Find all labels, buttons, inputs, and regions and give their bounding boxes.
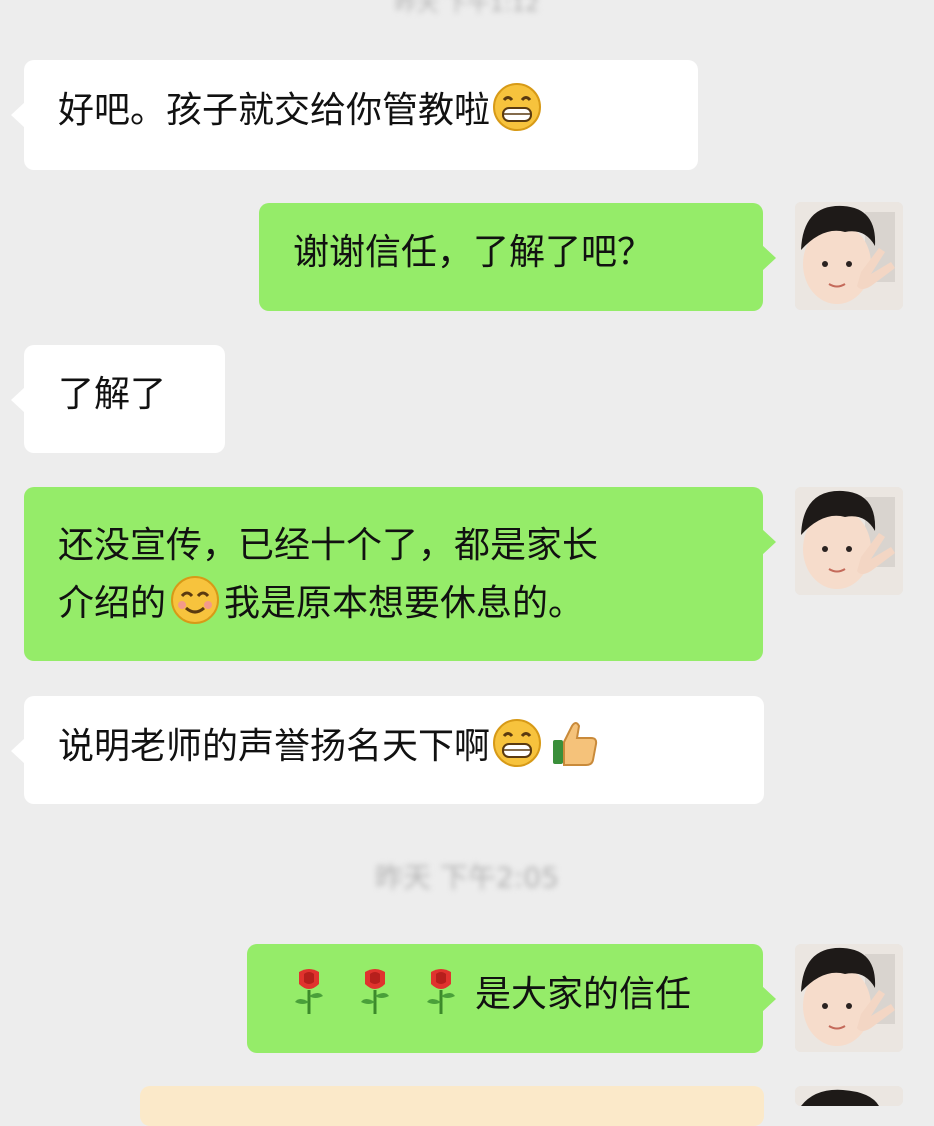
message-incoming-3[interactable]: 说明老师的声誉扬名天下啊 — [11, 696, 764, 804]
message-text: 说明老师的声誉扬名天下啊 — [58, 726, 491, 767]
avatar[interactable] — [795, 1086, 903, 1106]
message-text-segment: 我是原本想要休息的。 — [224, 583, 585, 624]
smile-icon — [170, 575, 220, 625]
rose-icon — [421, 966, 471, 1016]
thumbs-up-icon — [550, 718, 600, 768]
rose-icon — [289, 966, 339, 1016]
avatar[interactable] — [795, 202, 903, 310]
timestamp-top: 昨天 下午1:12 — [394, 0, 540, 17]
message-incoming-2[interactable]: 了解了 — [11, 345, 225, 453]
message-text: 了解了 — [58, 374, 167, 415]
avatar[interactable] — [795, 944, 903, 1052]
message-text-line-2: 介绍的 我是原本想要休息的。 — [58, 575, 729, 633]
grin-icon — [492, 718, 542, 768]
message-outgoing-2[interactable]: 还没宣传，已经十个了，都是家长 介绍的 我是原本想要休息的。 — [24, 487, 776, 661]
message-text: 谢谢信任，了解了吧？ — [293, 232, 654, 273]
message-text: 好吧。孩子就交给你管教啦 — [58, 90, 491, 131]
timestamp-middle: 昨天 下午2:05 — [375, 861, 559, 894]
message-incoming-1[interactable]: 好吧。孩子就交给你管教啦 — [11, 60, 698, 170]
message-text: 是大家的信任 — [475, 974, 692, 1015]
message-text-segment: 介绍的 — [58, 583, 167, 624]
rose-icon — [355, 966, 405, 1016]
message-outgoing-1[interactable]: 谢谢信任，了解了吧？ — [259, 203, 776, 311]
grin-icon — [492, 82, 542, 132]
message-outgoing-partial[interactable] — [140, 1086, 764, 1126]
chat-conversation: 昨天 下午1:12 好吧。孩子就交给你管教啦 谢谢信任，了解了吧？ 了解了 还没… — [0, 0, 934, 1126]
avatar[interactable] — [795, 487, 903, 595]
message-outgoing-3[interactable]: 是大家的信任 — [247, 944, 776, 1053]
message-text-line-1: 还没宣传，已经十个了，都是家长 — [58, 525, 599, 566]
